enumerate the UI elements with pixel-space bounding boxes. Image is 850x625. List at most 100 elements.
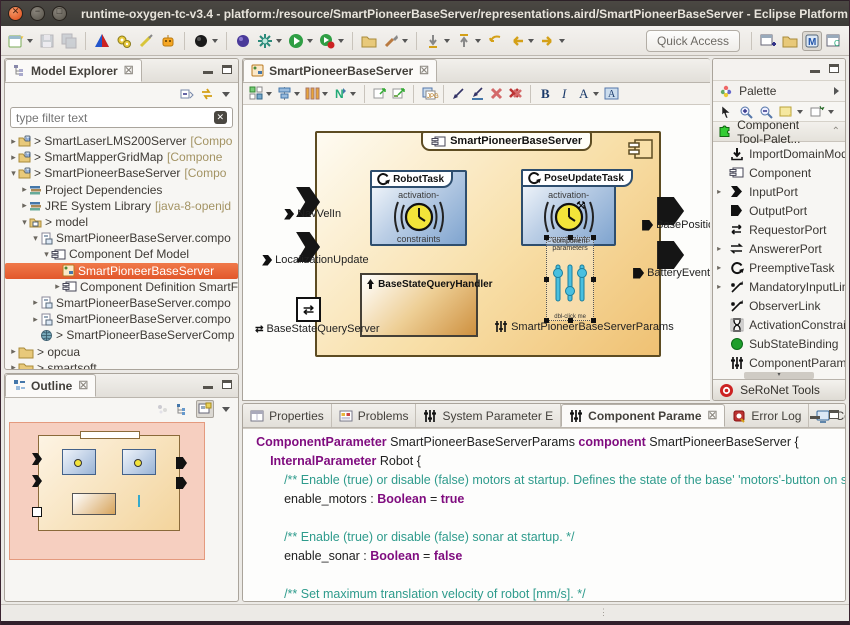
clear-filter-icon[interactable]: ✕ — [214, 111, 228, 124]
bottom-minimize-icon[interactable] — [810, 416, 820, 419]
debug-dropdown[interactable] — [276, 39, 282, 43]
previous-annotation-button[interactable] — [454, 31, 474, 51]
tree-item[interactable]: ▸JRE System Library[java-8-openjd — [5, 198, 238, 214]
new-wizard-button[interactable] — [6, 31, 26, 51]
robot-tool-button[interactable] — [158, 31, 178, 51]
delete-all-icon[interactable] — [507, 85, 524, 102]
expand-arrow-icon[interactable]: ▸ — [9, 152, 18, 163]
save-all-button[interactable] — [59, 31, 79, 51]
outline-tree-mode-icon[interactable] — [176, 402, 190, 416]
tree-item[interactable]: ▸M> SmartLaserLMS200Server[Compo — [5, 133, 238, 149]
palette-item-requestorport[interactable]: RequestorPort — [713, 220, 845, 239]
open-perspective-button[interactable] — [758, 31, 778, 51]
tree-item[interactable]: SmartPioneerBaseServer — [5, 263, 238, 279]
maximize-window-button[interactable]: □ — [52, 6, 67, 21]
last-edit-location-button[interactable] — [485, 31, 505, 51]
expand-arrow-icon[interactable]: ▸ — [9, 346, 18, 357]
component-title-tab[interactable]: SmartPioneerBaseServer — [421, 131, 592, 151]
tree-item[interactable]: ▾M> SmartPioneerBaseServer[Compo — [5, 165, 238, 181]
quick-access-button[interactable]: Quick Access — [646, 30, 740, 52]
build-gears-button[interactable] — [114, 31, 134, 51]
palette-item-answererport[interactable]: ▸AnswererPort — [713, 239, 845, 258]
profile-dropdown[interactable] — [212, 39, 218, 43]
export-diagram-icon[interactable] — [371, 85, 388, 102]
bold-icon[interactable]: B — [537, 85, 554, 102]
copy-to-image-icon[interactable]: JPG — [420, 85, 437, 102]
parameter-code-editor[interactable]: ComponentParameter SmartPioneerBaseServe… — [243, 428, 845, 601]
expand-arrow-icon[interactable]: ▸ — [9, 362, 18, 369]
outline-thumbnail[interactable] — [9, 422, 205, 560]
outline-close-icon[interactable]: ☒ — [78, 379, 88, 392]
output-port-batteryevent[interactable] — [657, 241, 684, 269]
params-label[interactable]: SmartPioneerBaseServerParams — [495, 320, 674, 333]
palette-item-importdomainmodels[interactable]: ImportDomainModels — [713, 144, 845, 163]
back-dropdown[interactable] — [528, 39, 534, 43]
expand-arrow-icon[interactable]: ▾ — [31, 233, 40, 244]
bottom-tab-problems[interactable]: Problems — [332, 404, 417, 427]
palette-item-component[interactable]: Component — [713, 163, 845, 182]
font-color-icon[interactable]: A — [575, 85, 592, 102]
expand-arrow-icon[interactable]: ▸ — [53, 281, 62, 292]
tree-item[interactable]: ▸SmartPioneerBaseServer.compo — [5, 295, 238, 311]
align-icon[interactable] — [276, 85, 293, 102]
outline-maximize-icon[interactable] — [222, 380, 232, 389]
back-button[interactable] — [507, 31, 527, 51]
expand-arrow-icon[interactable]: ▸ — [31, 314, 40, 325]
save-button[interactable] — [37, 31, 57, 51]
palette-item-substatebinding[interactable]: SubStateBinding — [713, 334, 845, 353]
open-folder-button[interactable] — [359, 31, 379, 51]
minimize-window-button[interactable]: − — [30, 6, 45, 21]
editor-tab-close-icon[interactable]: ☒ — [419, 64, 429, 77]
external-tools-button[interactable] — [233, 31, 253, 51]
perspective-modeling-button[interactable]: M — [802, 31, 822, 51]
naming-icon[interactable]: N — [332, 85, 349, 102]
bottom-maximize-icon[interactable] — [829, 410, 839, 419]
tab-close-icon[interactable]: ☒ — [708, 409, 718, 422]
font-dialog-icon[interactable]: A — [603, 85, 620, 102]
palette-item-componentparameters[interactable]: ComponentParameters — [713, 353, 845, 372]
tree-item[interactable]: ▾Component Def Model — [5, 246, 238, 262]
palette-item-outputport[interactable]: OutputPort — [713, 201, 845, 220]
expand-arrow-icon[interactable]: ▸ — [20, 184, 29, 195]
tree-item[interactable]: ▾> model — [5, 214, 238, 230]
expand-arrow-icon[interactable]: ▸ — [717, 244, 724, 253]
new-wizard-dropdown[interactable] — [27, 39, 33, 43]
outline-menu-icon[interactable] — [220, 403, 232, 415]
maximize-view-icon[interactable] — [222, 65, 232, 74]
run-external-button[interactable] — [317, 31, 337, 51]
next-annotation-dropdown[interactable] — [444, 39, 450, 43]
debug-button[interactable] — [255, 31, 275, 51]
collapse-all-icon[interactable] — [180, 87, 194, 101]
search-brush-button[interactable] — [381, 31, 401, 51]
tree-item[interactable]: ▾SmartPioneerBaseServer.compo — [5, 230, 238, 246]
link-with-editor-icon[interactable] — [200, 87, 214, 101]
select-tool-icon[interactable] — [450, 85, 467, 102]
perspective-java-button[interactable] — [780, 31, 800, 51]
tree-item[interactable]: ▸SmartPioneerBaseServer.compo — [5, 311, 238, 327]
palette-collapse-icon[interactable] — [834, 87, 839, 95]
tree-item[interactable]: ▸> smartsoft — [5, 360, 238, 369]
palette-drawer-seronet[interactable]: SeRoNet Tools — [713, 379, 845, 400]
close-window-button[interactable]: ✕ — [8, 6, 23, 21]
palette-item-inputport[interactable]: ▸InputPort — [713, 182, 845, 201]
run-dropdown[interactable] — [307, 39, 313, 43]
diagram-canvas[interactable]: SmartPioneerBaseServer — [243, 105, 710, 400]
expand-arrow-icon[interactable]: ▾ — [20, 217, 29, 228]
bottom-tab-system-parameter-e[interactable]: System Parameter E — [416, 404, 561, 427]
answerer-port-basestatequeryserver[interactable]: ⇄ — [296, 297, 321, 322]
palette-minimize-icon[interactable] — [810, 70, 820, 73]
view-menu-icon[interactable] — [220, 88, 232, 100]
task-node-robottask[interactable]: RobotTask activation- — [370, 170, 467, 246]
component-parameters-widget[interactable]: component parameters — [546, 237, 594, 321]
tree-item[interactable]: > SmartPioneerBaseServerComp — [5, 327, 238, 343]
palette-item-mandatoryinputlink[interactable]: ▸MandatoryInputLink — [713, 277, 845, 296]
palette-header[interactable]: Palette — [713, 81, 845, 102]
filter-input[interactable] — [16, 111, 214, 125]
bottom-tab-error-log[interactable]: Error Log — [725, 404, 809, 427]
profile-button[interactable] — [191, 31, 211, 51]
palette-item-observerlink[interactable]: ObserverLink — [713, 296, 845, 315]
tooling-button[interactable] — [136, 31, 156, 51]
expand-arrow-icon[interactable]: ▸ — [717, 282, 724, 291]
outline-thumbnail-mode-icon[interactable] — [196, 400, 214, 418]
outline-tab[interactable]: Outline ☒ — [5, 374, 96, 397]
